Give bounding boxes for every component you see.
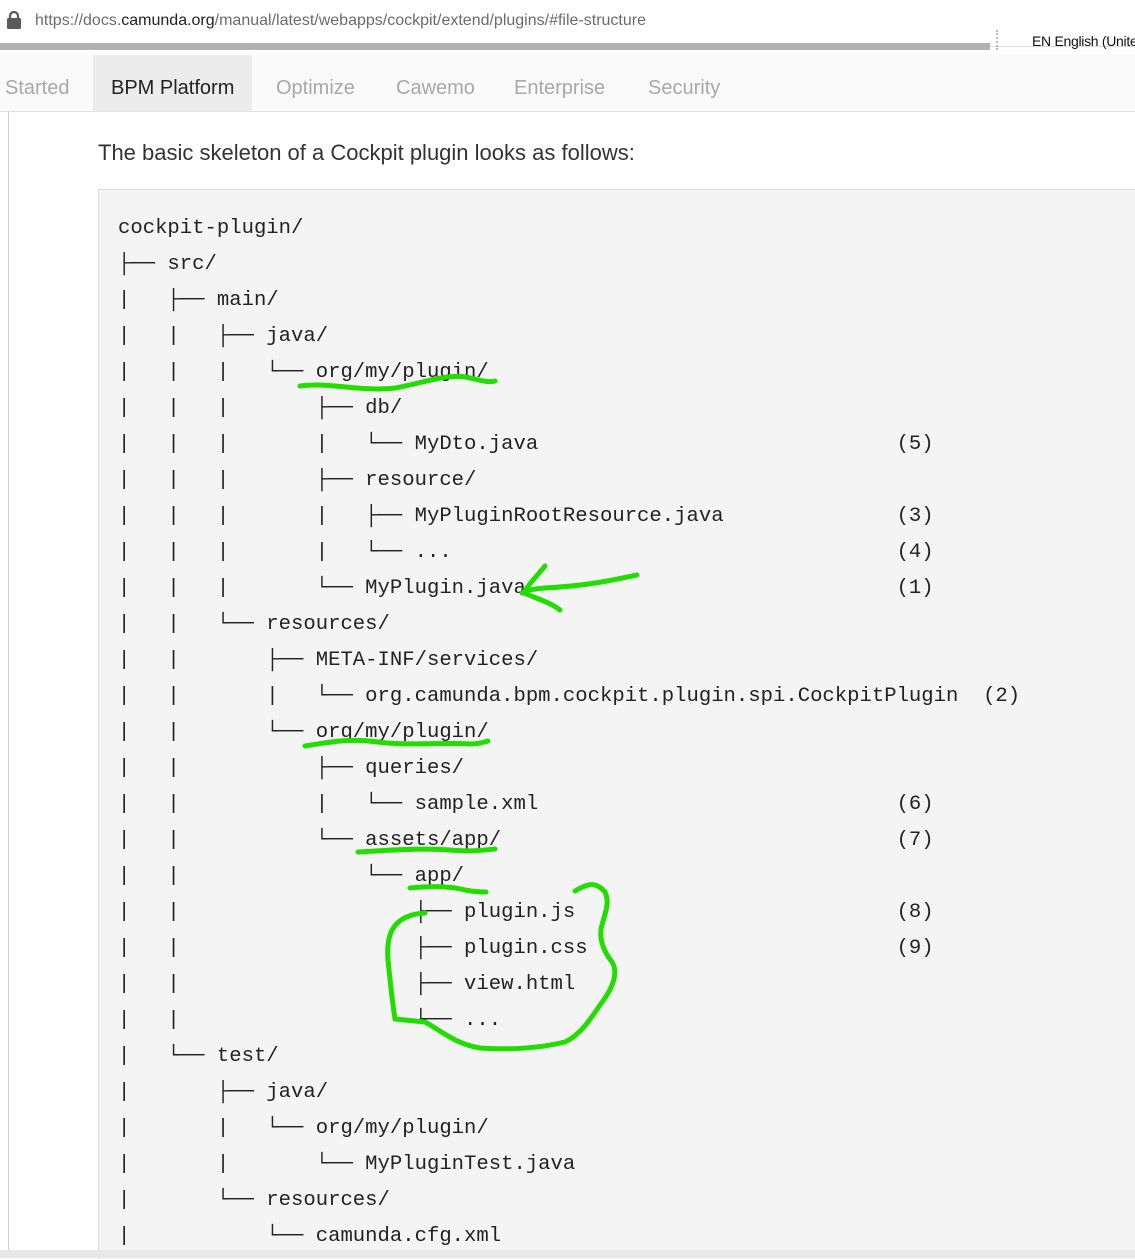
code-line: | | | └── MyPlugin.java (1) xyxy=(118,577,934,600)
code-block: cockpit-plugin/ ├── src/ | ├── main/ | | ├─… xyxy=(98,189,1135,1259)
tab-enterprise[interactable]: Enterprise xyxy=(514,55,605,111)
code-line: | | ├── plugin.css (9) xyxy=(118,937,934,960)
address-bar[interactable]: https://docs.camunda.org/manual/latest/w… xyxy=(0,0,1135,50)
intro-paragraph: The basic skeleton of a Cockpit plugin l… xyxy=(98,140,635,165)
code-line: | | └── ... xyxy=(118,1009,502,1032)
code-line: | | | └── org/my/plugin/ xyxy=(118,361,489,384)
code-line: | | | | └── MyDto.java (5) xyxy=(118,433,934,456)
code-line: | | | └── org.camunda.bpm.cockpit.plugin… xyxy=(118,685,1021,708)
language-indicator[interactable]: EN English (Unite xyxy=(1032,33,1135,49)
url-text[interactable]: https://docs.camunda.org/manual/latest/w… xyxy=(35,12,646,30)
tab-optimize[interactable]: Optimize xyxy=(276,55,355,111)
address-bar-scrollbar[interactable] xyxy=(0,43,990,50)
tab-security[interactable]: Security xyxy=(648,55,720,111)
code-line: | | └── org/my/plugin/ xyxy=(118,721,489,744)
sidebar-border xyxy=(8,111,9,1258)
file-tree-code: cockpit-plugin/ ├── src/ | ├── main/ | | ├─… xyxy=(118,211,1020,1255)
code-line: ├── src/ xyxy=(118,253,217,276)
code-line: | ├── main/ xyxy=(118,289,279,312)
code-line: | | └── assets/app/ (7) xyxy=(118,829,934,852)
code-line: | ├── java/ xyxy=(118,1081,329,1104)
divider xyxy=(996,30,998,50)
code-line: | | | | ├── MyPluginRootResource.java (3… xyxy=(118,505,934,528)
code-line: | | ├── META-INF/services/ xyxy=(118,649,539,672)
url-path: /manual/latest/webapps/cockpit/extend/pl… xyxy=(214,12,646,29)
tab-bpm-platform[interactable]: BPM Platform xyxy=(93,55,253,111)
code-line: | | └── resources/ xyxy=(118,613,390,636)
code-line: | | └── MyPluginTest.java xyxy=(118,1153,576,1176)
code-line: | | ├── java/ xyxy=(118,325,329,348)
code-line: | | └── org/my/plugin/ xyxy=(118,1117,489,1140)
code-line: cockpit-plugin/ xyxy=(118,217,304,240)
top-nav: Started BPM Platform Optimize Cawemo Ent… xyxy=(0,55,1135,112)
code-line: | └── test/ xyxy=(118,1045,279,1068)
tab-cawemo[interactable]: Cawemo xyxy=(396,55,475,111)
code-line: | | ├── view.html xyxy=(118,973,576,996)
code-line: | | ├── plugin.js (8) xyxy=(118,901,934,924)
url-prefix: https://docs. xyxy=(35,12,122,29)
code-line: | | └── app/ xyxy=(118,865,465,888)
code-line: | └── resources/ xyxy=(118,1189,390,1212)
url-host: camunda.org xyxy=(121,12,215,29)
code-line: | | | ├── db/ xyxy=(118,397,403,420)
tab-started[interactable]: Started xyxy=(5,55,69,111)
page-bottom-edge xyxy=(0,1250,1135,1258)
code-line: | | ├── queries/ xyxy=(118,757,465,780)
code-line: | | | ├── resource/ xyxy=(118,469,477,492)
code-line: | | | | └── ... (4) xyxy=(118,541,934,564)
lock-icon xyxy=(7,11,21,29)
code-line: | | | └── sample.xml (6) xyxy=(118,793,934,816)
